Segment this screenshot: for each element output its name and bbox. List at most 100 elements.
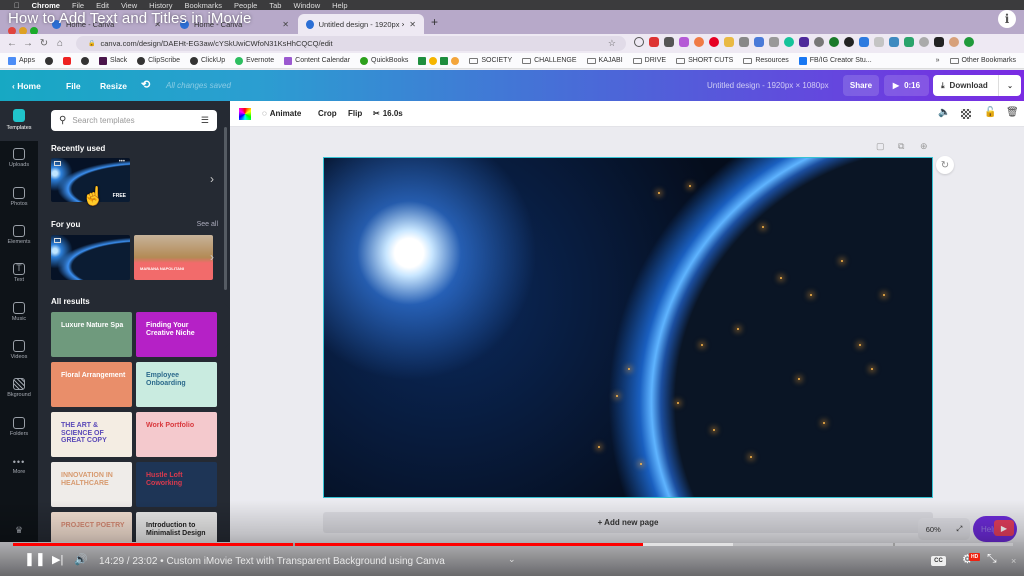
forward-icon[interactable]: → [20,38,36,49]
chevron-down-icon[interactable]: ⌄ [999,82,1021,90]
other-bookmarks[interactable]: Other Bookmarks [949,57,1016,64]
menu-file[interactable]: File [72,1,84,10]
template-card[interactable]: Employee Onboarding [136,362,217,407]
expand-icon[interactable]: ⤢ [956,524,962,534]
rail-templates[interactable]: Templates [0,109,38,131]
transparency-icon[interactable] [961,109,971,119]
template-card[interactable]: Finding Your Creative Niche [136,312,217,357]
extension-icon[interactable] [799,37,809,47]
menu-bookmarks[interactable]: Bookmarks [184,1,222,10]
template-card[interactable]: PROJECT POETRY [51,512,132,542]
bookmark-slack[interactable]: Slack [98,56,127,65]
extension-icon[interactable] [859,37,869,47]
menu-tab[interactable]: Tab [269,1,281,10]
rail-text[interactable]: T Text [0,263,38,283]
new-tab-button[interactable]: + [431,15,438,29]
flip-button[interactable]: Flip [348,109,362,118]
bookmark-globe[interactable] [44,56,53,65]
menu-view[interactable]: View [121,1,137,10]
bookmark-star-icon[interactable]: ☆ [608,38,616,49]
info-icon[interactable]: i [998,10,1016,28]
refresh-icon[interactable]: ↻ [936,156,954,174]
trash-icon[interactable]: 🗑 [1006,107,1019,118]
for-you-template-1[interactable] [51,235,130,280]
rail-videos[interactable]: Videos [0,340,38,360]
bookmark-icons[interactable] [418,56,460,65]
bookmarks-overflow[interactable]: » [936,57,940,64]
tab-untitled-design[interactable]: Untitled design - 1920px × 108 ✕ [298,14,424,34]
extension-icon[interactable] [664,37,674,47]
bookmark-folder-kajabi[interactable]: KAJABI [586,57,623,64]
url-input[interactable]: 🔒 canva.com/design/DAEHt-EG3aw/cYSkUwiCW… [76,36,626,51]
rail-elements[interactable]: Elements [0,225,38,245]
video-progress-bar[interactable] [13,543,1013,546]
home-icon[interactable]: ⌂ [52,38,68,49]
crown-icon[interactable]: ♛ [0,525,38,536]
extension-icon[interactable] [964,37,974,47]
chapter-title[interactable]: Custom iMovie Text with Transparent Back… [166,556,444,567]
bookmark-folder-challenge[interactable]: CHALLENGE [522,57,577,64]
template-card[interactable]: Luxure Nature Spa [51,312,132,357]
captions-button[interactable]: CC [931,556,946,566]
grammarly-icon[interactable] [784,37,794,47]
extension-icon[interactable] [919,37,929,47]
menu-help[interactable]: Help [332,1,347,10]
reload-icon[interactable]: ↻ [36,38,52,49]
template-card[interactable]: THE ART & SCIENCE OF GREAT COPY [51,412,132,457]
eyedropper-icon[interactable] [739,37,749,47]
rail-photos[interactable]: Photos [0,187,38,207]
resize-button[interactable]: Resize [100,81,127,91]
volume-icon[interactable]: 🔈 [938,107,950,118]
design-page[interactable] [323,157,933,498]
rail-music[interactable]: Music [0,302,38,322]
menu-edit[interactable]: Edit [96,1,109,10]
panel-scrollbar[interactable] [224,127,227,290]
close-tab-icon[interactable]: ✕ [282,20,289,29]
add-new-page-button[interactable]: + Add new page [323,512,933,533]
extension-icon[interactable] [904,37,914,47]
trim-button[interactable]: ✂ 16.0s [373,109,403,118]
bookmark-fb-ig-creator[interactable]: FB/IG Creator Stu... [798,56,872,65]
menu-history[interactable]: History [149,1,172,10]
bookmark-folder-society[interactable]: SOCIETY [469,57,512,64]
bookmark-globe-2[interactable] [80,56,89,65]
extension-icon[interactable] [724,37,734,47]
video-title-overlay[interactable]: How to Add Text and Titles in iMovie [8,10,251,27]
extension-icon[interactable] [814,37,824,47]
back-icon[interactable]: ← [4,38,20,49]
crop-button[interactable]: Crop [318,109,337,118]
menu-window[interactable]: Window [293,1,320,10]
bookmark-quickbooks[interactable]: QuickBooks [360,56,408,65]
zoom-level[interactable]: 60% [926,525,941,534]
menu-app[interactable]: Chrome [32,1,60,10]
avatar[interactable] [949,37,959,47]
extension-icon[interactable] [844,37,854,47]
extension-icon[interactable] [889,37,899,47]
extension-icon[interactable] [634,37,644,47]
camera-icon[interactable] [769,37,779,47]
for-you-template-2[interactable]: MARIANA NAPOLITANI [134,235,213,280]
animate-button[interactable]: ◌ Animate [262,109,301,118]
home-button[interactable]: ‹ Home [12,81,41,91]
help-button[interactable]: Help ? ▶ [973,516,1017,542]
file-menu[interactable]: File [66,81,81,91]
share-button[interactable]: Share [843,75,879,96]
template-card[interactable]: Floral Arrangement [51,362,132,407]
rail-folders[interactable]: Folders [0,417,38,437]
close-icon[interactable]: × [1011,556,1016,566]
extension-icon[interactable] [694,37,704,47]
chevron-right-icon[interactable]: › [210,172,214,186]
rail-more[interactable]: ••• More [0,457,38,475]
next-icon[interactable]: ▶| [52,553,63,566]
template-card[interactable]: INNOVATION IN HEALTHCARE [51,462,132,507]
bookmark-apps[interactable]: Apps [8,56,35,65]
earth-from-space-video[interactable] [324,158,932,497]
bookmark-clickup[interactable]: ClickUp [190,56,225,65]
bookmark-folder-drive[interactable]: DRIVE [632,57,666,64]
more-options-icon[interactable]: ••• [119,159,125,165]
exit-fullscreen-icon[interactable]: ⤡ [987,551,997,566]
pinterest-icon[interactable] [709,37,719,47]
close-tab-icon[interactable]: ✕ [409,20,416,29]
template-card[interactable]: Work Portfolio [136,412,217,457]
template-card[interactable]: Introduction to Minimalist Design [136,512,217,542]
